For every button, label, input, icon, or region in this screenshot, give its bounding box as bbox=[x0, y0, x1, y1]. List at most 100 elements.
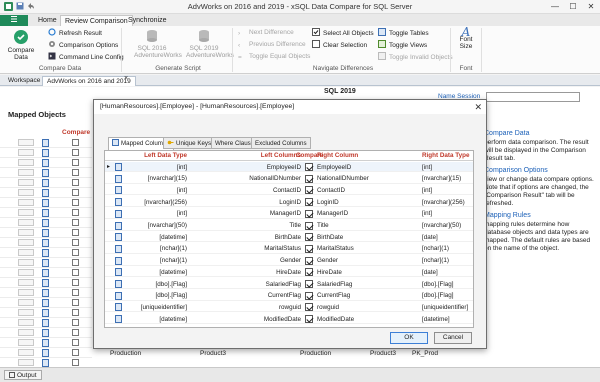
row-selector[interactable] bbox=[18, 319, 34, 326]
compare-data-button[interactable]: Compare Data bbox=[6, 29, 36, 61]
row-selector[interactable] bbox=[18, 179, 34, 186]
toggle-invalid-objects-button[interactable]: Toggle Invalid Objects bbox=[378, 52, 453, 62]
tab-workspace[interactable]: Workspace bbox=[4, 76, 44, 86]
toggle-views-button[interactable]: Toggle Views bbox=[378, 40, 427, 50]
compare-checkbox[interactable] bbox=[305, 174, 313, 183]
compare-checkbox[interactable] bbox=[72, 179, 79, 186]
row-selector[interactable] bbox=[18, 239, 34, 246]
compare-checkbox[interactable] bbox=[305, 268, 313, 277]
compare-checkbox[interactable] bbox=[305, 280, 313, 288]
compare-checkbox[interactable] bbox=[72, 269, 79, 276]
toggle-equal-objects-button[interactable]: = Toggle Equal Objects bbox=[238, 52, 310, 62]
row-selector[interactable] bbox=[18, 159, 34, 166]
table-row[interactable]: [nchar](1) MaritalStatus MaritalStatus [nch… bbox=[105, 244, 473, 254]
compare-checkbox[interactable] bbox=[72, 219, 79, 226]
script-sql2019-button[interactable]: SQL 2019 AdventureWorks bbox=[186, 29, 234, 59]
list-item[interactable] bbox=[0, 228, 92, 238]
list-item[interactable] bbox=[0, 338, 92, 348]
compare-checkbox[interactable] bbox=[72, 299, 79, 306]
list-item[interactable] bbox=[0, 248, 92, 258]
table-row[interactable]: [datetime] BirthDate BirthDate [date] bbox=[105, 232, 473, 243]
compare-checkbox[interactable] bbox=[72, 149, 79, 156]
table-row[interactable]: [uniqueidentifier] rowguid rowguid [uniquei… bbox=[105, 302, 473, 313]
compare-checkbox[interactable] bbox=[72, 339, 79, 346]
tab-excluded-columns[interactable]: Excluded Columns bbox=[251, 137, 311, 149]
list-item[interactable] bbox=[0, 238, 92, 248]
list-item[interactable] bbox=[0, 318, 92, 328]
row-selector[interactable] bbox=[18, 209, 34, 216]
minimize-button[interactable]: — bbox=[546, 0, 564, 14]
table-row[interactable]: [nvarchar](256) LoginID LoginID [nvarchar](… bbox=[105, 197, 473, 208]
row-selector[interactable] bbox=[18, 139, 34, 146]
row-selector[interactable] bbox=[18, 249, 34, 256]
compare-checkbox[interactable] bbox=[305, 303, 313, 312]
compare-checkbox[interactable] bbox=[305, 186, 313, 195]
table-row[interactable]: [nchar](1) Gender Gender [nchar](1) bbox=[105, 256, 473, 266]
script-sql2016-button[interactable]: SQL 2016 AdventureWorks bbox=[134, 29, 182, 59]
row-selector[interactable] bbox=[18, 169, 34, 176]
compare-checkbox[interactable] bbox=[72, 259, 79, 266]
list-item[interactable] bbox=[0, 348, 92, 358]
compare-checkbox[interactable] bbox=[72, 139, 79, 146]
table-row[interactable]: [nvarchar](15) NationalIDNumber NationalID… bbox=[105, 174, 473, 184]
compare-checkbox[interactable] bbox=[305, 198, 313, 207]
list-item[interactable] bbox=[0, 288, 92, 298]
table-row[interactable]: [int] ContactID ContactID [int] bbox=[105, 185, 473, 196]
tab-home[interactable]: Home bbox=[34, 15, 61, 26]
compare-checkbox[interactable] bbox=[72, 349, 79, 356]
list-item[interactable] bbox=[0, 138, 92, 148]
row-selector[interactable] bbox=[18, 189, 34, 196]
clear-selection-button[interactable]: Clear Selection bbox=[312, 40, 367, 50]
font-size-button[interactable]: A Font Size bbox=[455, 26, 477, 50]
file-tab[interactable] bbox=[0, 15, 28, 26]
select-all-objects-button[interactable]: Select All Objects bbox=[312, 28, 374, 38]
compare-checkbox[interactable] bbox=[72, 159, 79, 166]
row-selector[interactable] bbox=[18, 229, 34, 236]
row-selector[interactable] bbox=[18, 199, 34, 206]
refresh-result-button[interactable]: Refresh Result bbox=[48, 28, 102, 38]
compare-checkbox[interactable] bbox=[72, 209, 79, 216]
compare-checkbox[interactable] bbox=[72, 239, 79, 246]
compare-checkbox[interactable] bbox=[72, 229, 79, 236]
compare-checkbox[interactable] bbox=[72, 359, 79, 366]
list-item[interactable] bbox=[0, 188, 92, 198]
row-selector[interactable] bbox=[18, 359, 34, 366]
compare-checkbox[interactable] bbox=[305, 315, 313, 324]
tab-advworks-session[interactable]: AdvWorks on 2016 and 2019 bbox=[42, 76, 136, 86]
table-row[interactable]: [dbo].[Flag] SalariedFlag SalariedFlag [dbo… bbox=[105, 279, 473, 289]
tab-review-comparison[interactable]: Review Comparison bbox=[60, 15, 133, 26]
comparison-options-button[interactable]: Comparison Options bbox=[48, 40, 118, 50]
compare-checkbox[interactable] bbox=[305, 221, 313, 230]
compare-checkbox[interactable] bbox=[305, 244, 313, 253]
row-selector[interactable] bbox=[18, 339, 34, 346]
table-row[interactable]: [datetime] HireDate HireDate [date] bbox=[105, 267, 473, 278]
row-selector[interactable] bbox=[18, 269, 34, 276]
row-selector[interactable] bbox=[18, 149, 34, 156]
list-item[interactable] bbox=[0, 208, 92, 218]
cancel-button[interactable]: Cancel bbox=[434, 332, 472, 344]
list-item[interactable] bbox=[0, 168, 92, 178]
maximize-button[interactable]: ☐ bbox=[564, 0, 582, 14]
compare-checkbox[interactable] bbox=[72, 329, 79, 336]
row-selector[interactable] bbox=[18, 329, 34, 336]
row-selector[interactable] bbox=[18, 289, 34, 296]
list-item[interactable] bbox=[0, 278, 92, 288]
list-item[interactable] bbox=[0, 308, 92, 318]
close-tab-icon[interactable]: × bbox=[124, 75, 128, 82]
table-row[interactable]: ▸ [int] EmployeeID EmployeeID [int] bbox=[105, 162, 473, 172]
compare-checkbox[interactable] bbox=[72, 289, 79, 296]
next-difference-button[interactable]: › Next Difference bbox=[238, 28, 294, 38]
list-item[interactable] bbox=[0, 298, 92, 308]
list-item[interactable] bbox=[0, 268, 92, 278]
compare-checkbox[interactable] bbox=[72, 309, 79, 316]
compare-checkbox[interactable] bbox=[305, 291, 313, 300]
close-window-button[interactable]: ✕ bbox=[582, 0, 600, 14]
row-selector[interactable] bbox=[18, 279, 34, 286]
compare-checkbox[interactable] bbox=[72, 319, 79, 326]
list-item[interactable] bbox=[0, 148, 92, 158]
compare-checkbox[interactable] bbox=[305, 209, 313, 218]
row-selector[interactable] bbox=[18, 309, 34, 316]
list-item[interactable] bbox=[0, 328, 92, 338]
tab-synchronize[interactable]: Synchronize bbox=[124, 15, 171, 26]
compare-checkbox[interactable] bbox=[72, 169, 79, 176]
